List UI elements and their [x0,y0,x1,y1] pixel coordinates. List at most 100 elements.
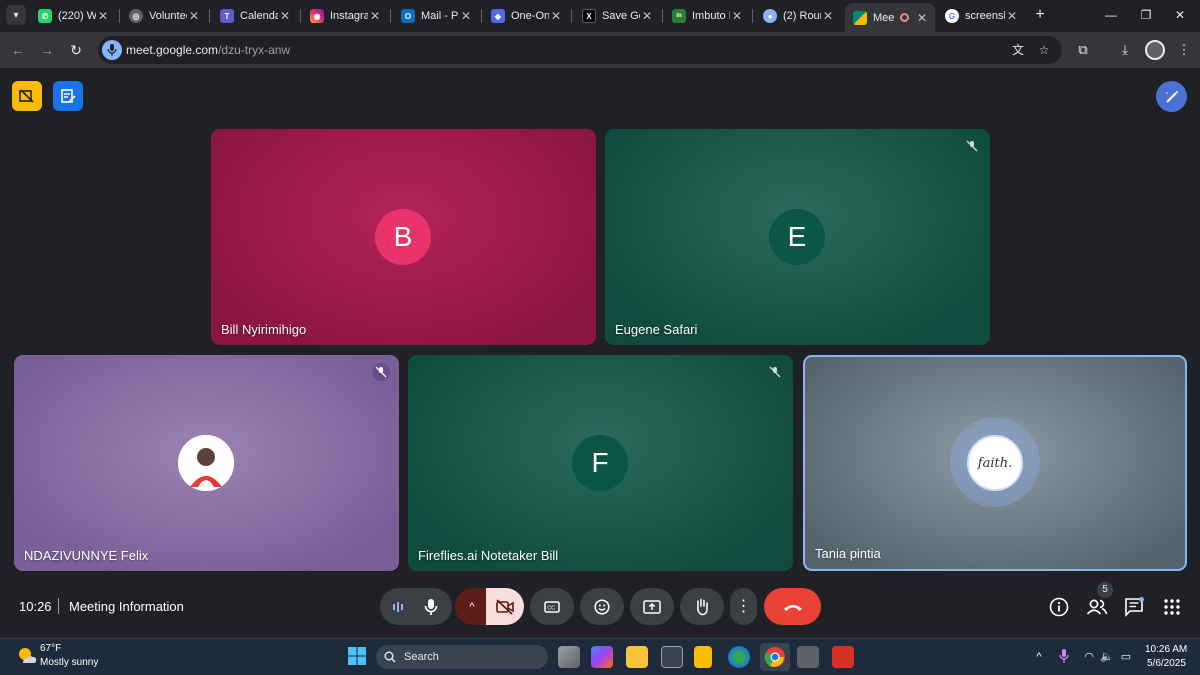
tab-meet-active[interactable]: Mee ✕ [845,3,935,32]
mic-in-use-icon[interactable] [102,40,122,60]
tab-calendar[interactable]: T Calendar ✕ [212,3,298,29]
clock-date[interactable]: 5/6/2025 [1147,658,1186,669]
close-icon[interactable]: ✕ [915,11,929,25]
show-hidden-icons-chevron[interactable]: ^ [1031,649,1047,665]
notes-icon[interactable] [53,81,83,111]
participant-name: Tania pintia [815,546,881,561]
captions-button[interactable]: CC [530,588,574,625]
svg-text:CC: CC [547,605,555,611]
tab-volunteer[interactable]: ◎ Volunteer ✕ [121,3,207,29]
bookmark-star-icon[interactable]: ☆ [1036,42,1052,58]
close-icon[interactable]: ✕ [549,9,563,23]
camera-options-chevron-icon[interactable]: ^ [455,588,489,625]
imbuto-icon: in [672,9,686,23]
weather-sun-cloud-icon[interactable] [16,645,38,667]
people-icon[interactable] [1086,596,1108,618]
tab-title: (2) Roun [783,10,821,22]
sticky-notes-icon[interactable] [694,646,712,668]
extensions-icon[interactable]: ⧉ [1074,41,1092,59]
close-icon[interactable]: ✕ [821,9,835,23]
tab-title: (220) Wh [58,10,96,22]
avatar: E [769,209,825,265]
reload-icon[interactable]: ↻ [66,40,86,60]
participant-name: Eugene Safari [615,322,698,337]
effects-pen-icon[interactable] [1156,81,1187,112]
close-icon[interactable]: ✕ [640,9,654,23]
close-icon[interactable]: ✕ [730,9,744,23]
close-icon[interactable]: ✕ [96,9,110,23]
tab-title: One-On [511,10,549,22]
participant-name: Fireflies.ai Notetaker Bill [418,548,559,563]
remote-desktop-icon[interactable] [797,646,819,668]
close-icon[interactable]: ✕ [278,9,292,23]
tab-one-on-one[interactable]: ◆ One-On ✕ [483,3,569,29]
address-bar[interactable]: meet.google.com/dzu-tryx-anw 文 ☆ [98,36,1062,64]
microphone-button[interactable] [410,588,452,625]
close-icon[interactable]: ✕ [368,9,382,23]
close-icon[interactable]: ✕ [1005,9,1019,23]
windows-start-icon[interactable] [347,646,369,668]
tab-whatsapp[interactable]: ✆ (220) Wh ✕ [30,3,116,29]
battery-icon[interactable]: ▭ [1118,649,1134,665]
participant-tile-felix[interactable]: NDAZIVUNNYE Felix [14,355,399,571]
tab-mail[interactable]: O Mail - Pr ✕ [393,3,479,29]
url-host: meet.google.com [126,43,219,57]
tab-round[interactable]: ● (2) Roun ✕ [755,3,841,29]
tab-title: Mail - Pr [421,10,459,22]
restore-icon[interactable]: ❐ [1132,6,1160,24]
translate-icon[interactable]: 文 [1010,42,1026,58]
meeting-details-icon[interactable] [1048,596,1070,618]
meeting-time: 10:26 [19,599,52,614]
file-explorer-icon[interactable] [626,646,648,668]
close-window-icon[interactable]: ✕ [1166,6,1194,24]
menu-kebab-icon[interactable]: ⋮ [1175,41,1193,59]
more-options-icon[interactable]: ⋮ [730,588,757,625]
teams-icon: T [220,9,234,23]
meet-stage: B Bill Nyirimihigo E Eugene Safari NDAZI… [0,68,1200,638]
participant-tile-tania[interactable]: faith. Tania pintia [803,355,1187,571]
tab-screenshot[interactable]: G screensh ✕ [937,3,1025,29]
participant-tile-bill[interactable]: B Bill Nyirimihigo [211,129,596,345]
tab-x[interactable]: X Save Ge ✕ [574,3,660,29]
back-icon[interactable]: ← [8,40,28,60]
forward-icon[interactable]: → [37,40,57,60]
reactions-button[interactable] [580,588,624,625]
copilot-icon[interactable] [591,646,613,668]
microphone-tray-icon[interactable] [1056,649,1072,665]
task-view-icon[interactable] [558,646,580,668]
leave-call-button[interactable] [764,588,821,625]
participant-tile-eugene[interactable]: E Eugene Safari [605,129,990,345]
x-icon: X [582,9,596,23]
camera-off-button[interactable] [486,588,524,625]
participant-name: Bill Nyirimihigo [221,322,307,337]
profile-photo [178,435,234,491]
tab-title: Volunteer [149,10,187,22]
close-icon[interactable]: ✕ [459,9,473,23]
wifi-icon[interactable]: ◠ [1081,649,1097,665]
chat-icon[interactable] [1123,596,1145,618]
camera-off-notice-icon[interactable] [12,81,42,111]
activities-grid-icon[interactable] [1161,596,1183,618]
acrobat-icon[interactable] [832,646,854,668]
microsoft-store-icon[interactable] [661,646,683,668]
tab-instagram[interactable]: ◉ Instagram ✕ [302,3,388,29]
participant-tile-fireflies[interactable]: F Fireflies.ai Notetaker Bill [408,355,793,571]
close-icon[interactable]: ✕ [187,9,201,23]
taskbar-search-box[interactable]: Search [376,645,548,669]
present-screen-button[interactable] [630,588,674,625]
chrome-taskbar-button[interactable] [760,643,790,671]
profile-avatar[interactable] [1145,40,1165,60]
minimize-icon[interactable]: — [1097,6,1125,24]
edge-icon[interactable] [728,646,750,668]
clock-time[interactable]: 10:26 AM [1145,644,1187,655]
raise-hand-button[interactable] [680,588,724,625]
tab-title: Mee [873,11,895,24]
mic-off-icon [766,363,784,381]
download-icon[interactable]: ⤓ [1116,41,1134,59]
meeting-info-label[interactable]: Meeting Information [69,599,184,614]
new-tab-icon[interactable]: + [1031,6,1049,24]
tab-imbuto[interactable]: in Imbuto I ✕ [664,3,750,29]
volume-icon[interactable]: 🔈 [1099,649,1115,665]
tab-search-button[interactable]: ▾ [6,5,26,25]
outlook-icon: O [401,9,415,23]
